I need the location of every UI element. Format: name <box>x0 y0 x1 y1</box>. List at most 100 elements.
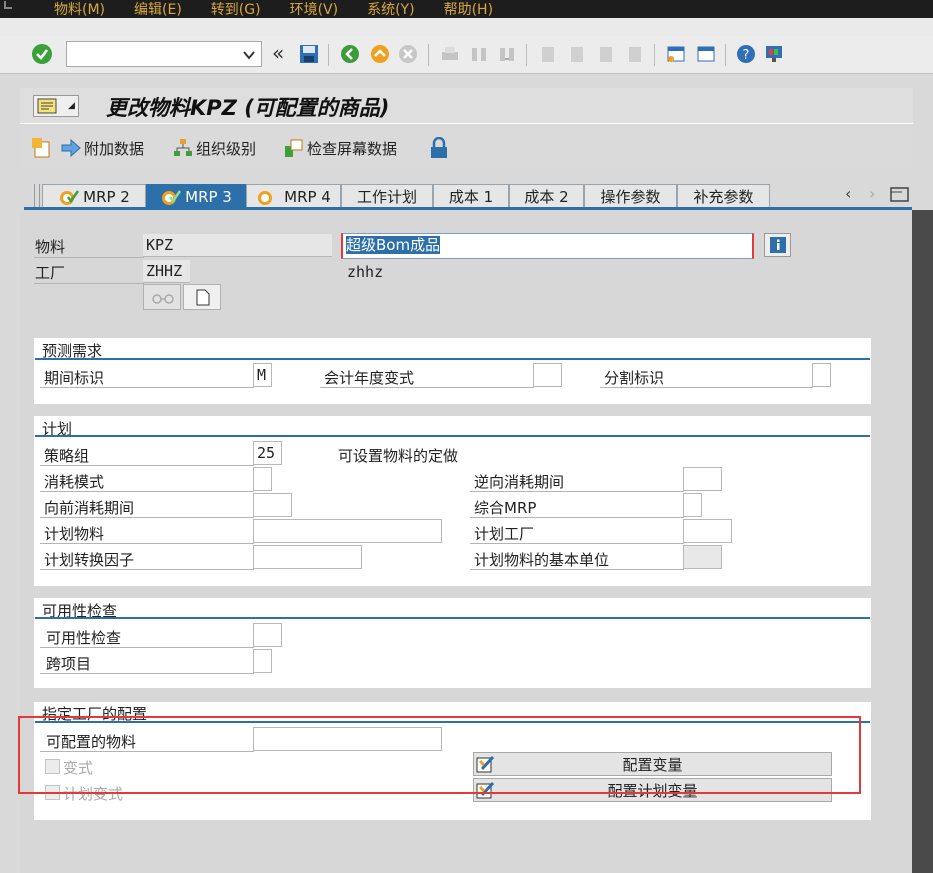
menu-environment[interactable]: 环境(V) <box>290 0 339 19</box>
menu-system[interactable]: 系统(Y) <box>367 0 414 19</box>
toolbar-separator <box>428 44 429 66</box>
command-field[interactable] <box>66 41 262 67</box>
tab-work-scheduling-label: 工作计划 <box>356 188 417 206</box>
tab-costing2[interactable]: 成本 2 <box>509 184 584 208</box>
back-icon[interactable] <box>340 44 360 64</box>
last-page-icon[interactable] <box>625 44 645 64</box>
menu-goto[interactable]: 转到(G) <box>211 0 261 19</box>
document-button[interactable] <box>183 284 221 310</box>
glasses-icon <box>152 294 174 304</box>
planning-material-field[interactable] <box>253 519 442 543</box>
material-number-field[interactable]: KPZ <box>143 234 332 257</box>
application-toolbar <box>20 128 913 168</box>
tab-costing1[interactable]: 成本 1 <box>433 184 509 208</box>
cancel-icon[interactable] <box>398 44 418 64</box>
additional-data-label: 附加数据 <box>84 139 145 158</box>
tab-mrp4-label: MRP 4 <box>284 187 331 206</box>
splitting-indicator-field[interactable] <box>812 363 831 387</box>
print-icon[interactable] <box>440 44 460 64</box>
backward-period-label: 逆向消耗期间 <box>474 473 565 491</box>
material-label: 物料 <box>35 238 66 256</box>
backward-period-field[interactable] <box>683 467 722 491</box>
check-screen-icon <box>285 139 303 157</box>
base-unit-label: 计划物料的基本单位 <box>474 551 610 569</box>
tab-mrp2-label: MRP 2 <box>83 187 130 206</box>
dropdown-arrow-icon: ◢ <box>68 101 75 111</box>
tab-list-icon[interactable] <box>890 187 910 203</box>
mixed-mrp-field[interactable] <box>683 493 702 517</box>
additional-data-button[interactable]: 附加数据 <box>61 136 144 160</box>
find-next-icon[interactable] <box>497 44 517 64</box>
material-doc-icon <box>32 138 50 158</box>
menu-bar: 物料(M) 编辑(E) 转到(G) 环境(V) 系统(Y) 帮助(H) <box>0 0 933 18</box>
toolbar-separator <box>526 44 527 66</box>
label-underline <box>34 283 144 284</box>
new-session-icon[interactable] <box>666 44 686 64</box>
screen-menu-icon <box>37 98 57 114</box>
chevron-down-icon[interactable] <box>243 50 255 60</box>
tab-mrp3[interactable]: MRP 3 <box>146 184 246 208</box>
status-icon <box>258 190 273 205</box>
shortcut-icon[interactable] <box>696 44 716 64</box>
conversion-factor-field[interactable] <box>253 545 362 569</box>
page-title: 更改物料KPZ (可配置的商品) <box>106 96 390 120</box>
prev-page-icon[interactable] <box>567 44 587 64</box>
tab-operating-params[interactable]: 操作参数 <box>584 184 677 208</box>
mixed-mrp-label: 综合MRP <box>474 499 537 517</box>
plant-field[interactable]: ZHHZ <box>143 260 190 283</box>
label-underline <box>40 543 254 544</box>
find-icon[interactable] <box>469 44 489 64</box>
material-description-field[interactable]: 超级Bom成品 <box>341 233 754 259</box>
label-underline <box>470 517 684 518</box>
check-screen-button[interactable]: 检查屏幕数据 <box>284 136 397 160</box>
info-button[interactable] <box>764 233 791 257</box>
collapse-icon[interactable]: « <box>272 41 284 65</box>
material-description-value: 超级Bom成品 <box>346 236 441 254</box>
exit-icon[interactable] <box>370 44 390 64</box>
cross-project-label: 跨项目 <box>46 655 92 673</box>
first-page-icon[interactable] <box>538 44 558 64</box>
cross-project-field[interactable] <box>253 649 272 673</box>
status-check-icon <box>60 189 80 205</box>
tab-right-icon[interactable]: › <box>869 184 875 203</box>
period-indicator-field[interactable]: M <box>253 363 272 387</box>
consumption-mode-field[interactable] <box>253 467 272 491</box>
toolbar-separator <box>654 44 655 66</box>
label-underline <box>40 647 254 648</box>
label-underline <box>600 387 813 388</box>
forward-period-field[interactable] <box>253 493 292 517</box>
org-tree-icon <box>174 139 192 156</box>
planning-plant-field[interactable] <box>683 519 732 543</box>
lock-icon[interactable] <box>429 137 449 159</box>
svg-text:?: ? <box>743 48 750 63</box>
tab-supplement-params[interactable]: 补充参数 <box>677 184 770 208</box>
toolbar-separator <box>328 44 329 66</box>
org-levels-label: 组织级别 <box>196 139 257 158</box>
tab-work-scheduling[interactable]: 工作计划 <box>341 184 433 208</box>
layout-icon[interactable] <box>764 44 784 64</box>
toolbar-separator <box>725 44 726 66</box>
label-underline <box>40 673 254 674</box>
menu-edit[interactable]: 编辑(E) <box>134 0 182 19</box>
org-levels-button[interactable]: 组织级别 <box>173 136 256 160</box>
tab-left-icon[interactable]: ‹ <box>845 184 851 203</box>
label-underline <box>40 517 254 518</box>
help-icon[interactable]: ? <box>736 44 756 64</box>
check-icon[interactable] <box>31 43 53 65</box>
next-page-icon[interactable] <box>596 44 616 64</box>
base-unit-field <box>683 545 722 569</box>
other-material-button[interactable] <box>31 136 53 160</box>
display-button[interactable] <box>143 284 181 310</box>
tab-mrp4[interactable]: MRP 4 <box>246 184 341 208</box>
menu-help[interactable]: 帮助(H) <box>444 0 493 19</box>
tab-mrp2[interactable]: MRP 2 <box>42 184 146 208</box>
screen-menu-button[interactable]: ◢ <box>33 95 79 117</box>
label-underline <box>34 257 144 258</box>
save-icon[interactable] <box>299 44 319 64</box>
fiscal-year-variant-label: 会计年度变式 <box>324 369 415 387</box>
right-edge <box>912 210 933 873</box>
strategy-group-field[interactable]: 25 <box>253 441 282 465</box>
availability-check-field[interactable] <box>253 623 282 647</box>
fiscal-year-variant-field[interactable] <box>533 363 562 387</box>
menu-material[interactable]: 物料(M) <box>54 0 105 19</box>
